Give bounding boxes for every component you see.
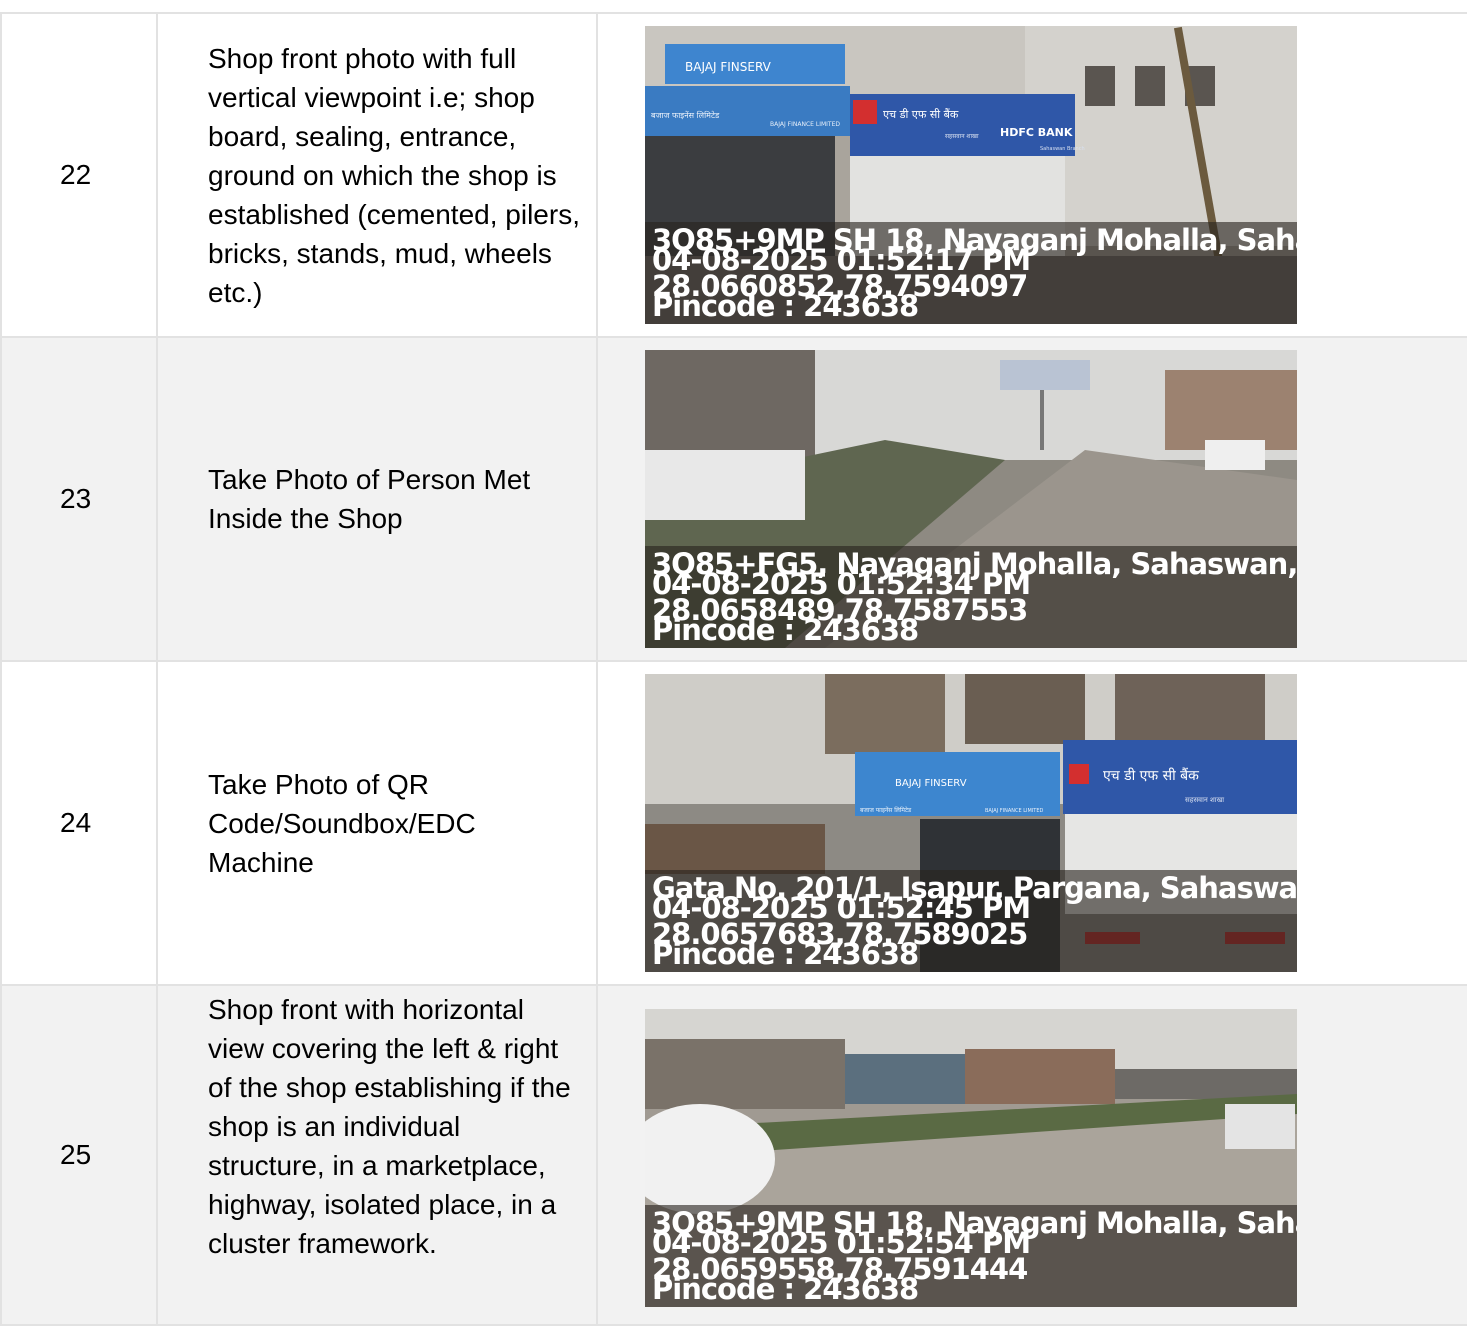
person-met-photo: 3Q85+FG5, Nayaganj Mohalla, Sahaswan, Ut… [645, 350, 1297, 648]
row-number: 24 [0, 660, 158, 986]
hdfc-branch-hindi: सहसवान शाखा [945, 133, 979, 140]
row-description: Shop front with horizontal view covering… [156, 984, 598, 1326]
qr-code-photo: BAJAJ FINSERV बजाज फाइनेंस लिमिटेड BAJAJ… [645, 674, 1297, 972]
photo-cell: BAJAJ FINSERV बजाज फाइनेंस लिमिटेड BAJAJ… [596, 660, 1467, 986]
stamp-pincode: Pincode : 243638 [652, 937, 919, 971]
row-number: 25 [0, 984, 158, 1326]
row-description: Take Photo of QR Code/Soundbox/EDC Machi… [156, 660, 598, 986]
hdfc-branch-text: Sahaswan Branch [1040, 146, 1085, 152]
row-description: Shop front photo with full vertical view… [156, 12, 598, 338]
table-row: 22 Shop front photo with full vertical v… [0, 12, 1467, 338]
row-number: 22 [0, 12, 158, 338]
stamp-pincode: Pincode : 243638 [652, 1272, 919, 1306]
stamp-pincode: Pincode : 243638 [652, 289, 919, 323]
geotag-stamp: 3Q85+9MP SH 18, Nayaganj Mohalla, Sahas … [645, 1205, 1297, 1307]
shop-front-photo: BAJAJ FINSERV बजाज फाइनेंस लिमिटेड BAJAJ… [645, 26, 1297, 324]
stamp-pincode: Pincode : 243638 [652, 613, 919, 647]
verification-photo-table: 22 Shop front photo with full vertical v… [0, 12, 1467, 1326]
bajaj-finance-text: BAJAJ FINANCE LIMITED [985, 808, 1043, 814]
bajaj-board-text: BAJAJ FINSERV [895, 778, 967, 789]
photo-cell: 3Q85+9MP SH 18, Nayaganj Mohalla, Sahas … [596, 984, 1467, 1326]
horizontal-view-photo: 3Q85+9MP SH 18, Nayaganj Mohalla, Sahas … [645, 1009, 1297, 1307]
hdfc-board-text: HDFC BANK [1000, 126, 1073, 139]
geotag-stamp: Gata No. 201/1, Isapur, Pargana, Sahaswa… [645, 870, 1297, 972]
hdfc-branch-hindi: सहसवान शाखा [1185, 796, 1224, 804]
photo-cell: 3Q85+FG5, Nayaganj Mohalla, Sahaswan, Ut… [596, 336, 1467, 662]
bajaj-hindi-text: बजाज फाइनेंस लिमिटेड [860, 806, 912, 814]
table-row: 25 Shop front with horizontal view cover… [0, 984, 1467, 1326]
geotag-stamp: 3Q85+FG5, Nayaganj Mohalla, Sahaswan, Ut… [645, 546, 1297, 648]
bajaj-hindi-text: बजाज फाइनेंस लिमिटेड [651, 110, 720, 120]
hdfc-hindi-text: एच डी एफ सी बैंक [883, 108, 959, 121]
row-number: 23 [0, 336, 158, 662]
table-row: 24 Take Photo of QR Code/Soundbox/EDC Ma… [0, 660, 1467, 986]
geotag-stamp: 3Q85+9MP SH 18, Nayaganj Mohalla, Sahas … [645, 222, 1297, 324]
bajaj-board-text: BAJAJ FINSERV [685, 60, 772, 74]
photo-cell: BAJAJ FINSERV बजाज फाइनेंस लिमिटेड BAJAJ… [596, 12, 1467, 338]
row-description: Take Photo of Person Met Inside the Shop [156, 336, 598, 662]
table-row: 23 Take Photo of Person Met Inside the S… [0, 336, 1467, 662]
bajaj-finance-text: BAJAJ FINANCE LIMITED [770, 121, 840, 128]
hdfc-hindi-text: एच डी एफ सी बैंक [1103, 767, 1199, 784]
